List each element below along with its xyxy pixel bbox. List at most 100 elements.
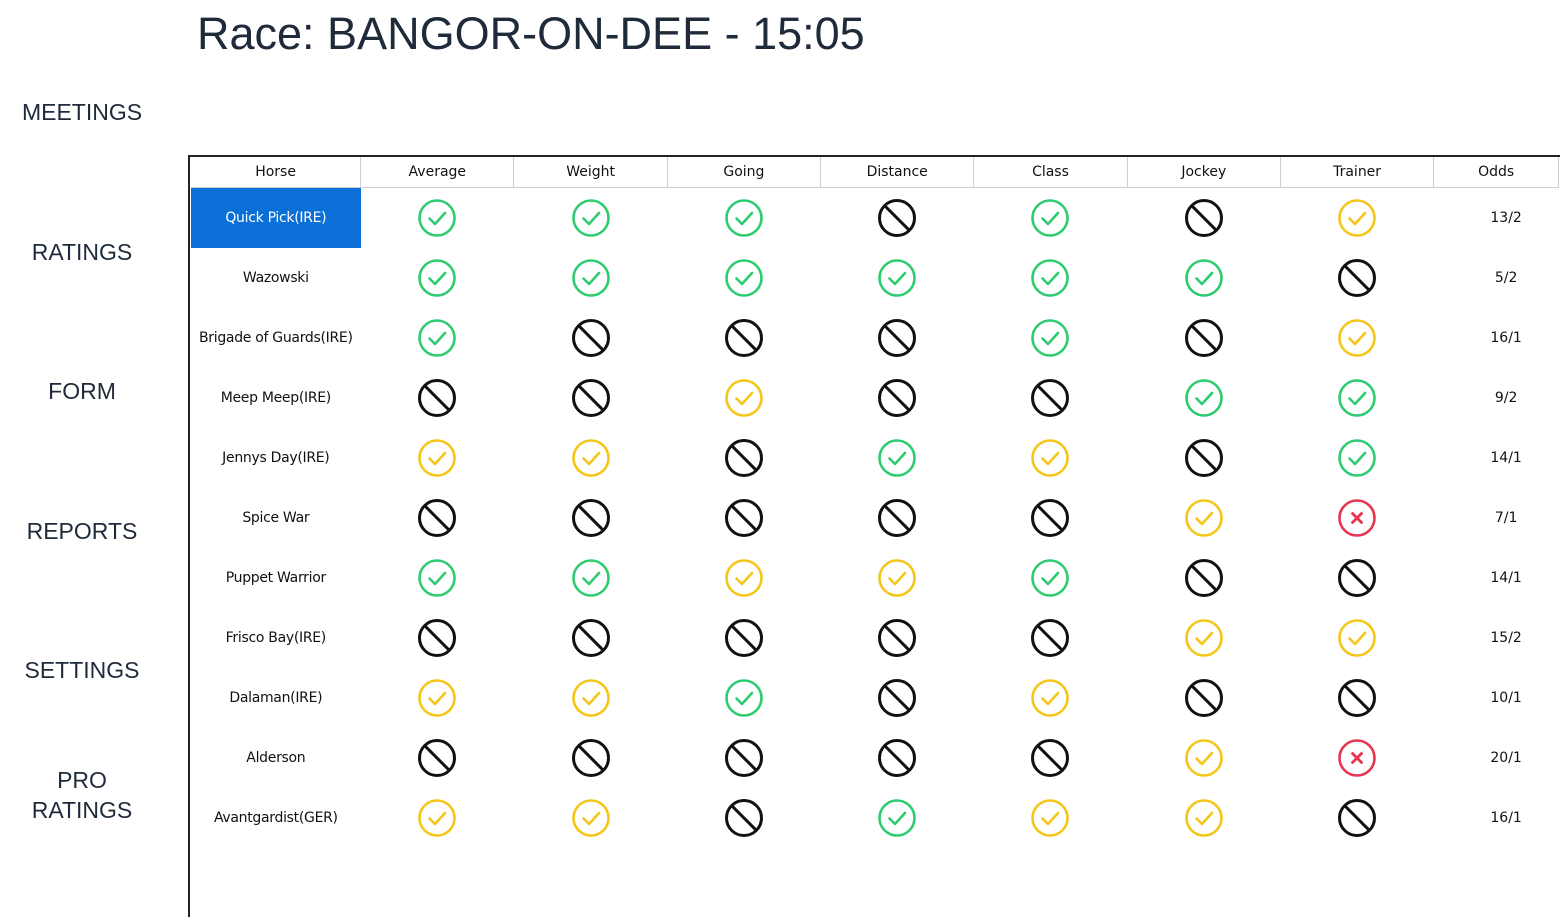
no-data-icon	[723, 799, 765, 837]
table-row[interactable]: Quick Pick(IRE) 13/2	[191, 187, 1559, 249]
distance-rating-cell	[821, 488, 974, 548]
table-row[interactable]: Avantgardist(GER) 16/1	[191, 788, 1559, 848]
nav-pro-ratings[interactable]: PRO RATINGS	[0, 765, 164, 825]
no-data-icon	[876, 739, 918, 777]
going-rating-cell	[667, 428, 820, 488]
green-check-icon	[723, 679, 765, 717]
column-header-trainer[interactable]: Trainer	[1280, 157, 1435, 188]
red-x-icon	[1336, 499, 1378, 537]
odds-cell: 7/1	[1494, 510, 1518, 526]
green-check-icon	[876, 439, 918, 477]
yellow-check-icon	[876, 559, 918, 597]
going-rating-cell	[667, 488, 820, 548]
class-rating-cell	[974, 488, 1127, 548]
column-header-average[interactable]: Average	[360, 157, 515, 188]
column-header-distance[interactable]: Distance	[820, 157, 975, 188]
column-header-class[interactable]: Class	[973, 157, 1128, 188]
no-data-icon	[1336, 259, 1378, 297]
distance-rating-cell	[821, 188, 974, 249]
weight-rating-cell	[514, 188, 667, 249]
table-row[interactable]: Frisco Bay(IRE) 15/2	[191, 608, 1559, 668]
no-data-icon	[876, 319, 918, 357]
horse-name-cell[interactable]: Wazowski	[191, 248, 361, 308]
horse-name-cell[interactable]: Spice War	[191, 488, 361, 548]
green-check-icon	[1029, 199, 1071, 237]
average-rating-cell	[361, 788, 514, 848]
horse-name-cell[interactable]: Brigade of Guards(IRE)	[191, 308, 361, 368]
average-rating-cell	[361, 608, 514, 668]
no-data-icon	[723, 439, 765, 477]
table-row[interactable]: Wazowski 5/2	[191, 248, 1559, 308]
horse-name-cell[interactable]: Quick Pick(IRE)	[191, 187, 361, 248]
ratings-table: Horse Average Weight Going Distance Clas…	[191, 157, 1559, 848]
table-row[interactable]: Brigade of Guards(IRE) 16/1	[191, 308, 1559, 368]
table-row[interactable]: Meep Meep(IRE) 9/2	[191, 368, 1559, 428]
green-check-icon	[723, 259, 765, 297]
no-data-icon	[1029, 619, 1071, 657]
no-data-icon	[876, 379, 918, 417]
distance-rating-cell	[821, 248, 974, 308]
table-row[interactable]: Alderson 20/1	[191, 728, 1559, 788]
distance-rating-cell	[821, 308, 974, 368]
yellow-check-icon	[570, 679, 612, 717]
odds-cell: 10/1	[1490, 690, 1522, 706]
nav-settings[interactable]: SETTINGS	[0, 655, 164, 685]
no-data-icon	[876, 679, 918, 717]
trainer-rating-cell	[1280, 488, 1433, 548]
no-data-icon	[876, 619, 918, 657]
average-rating-cell	[361, 668, 514, 728]
yellow-check-icon	[1183, 619, 1225, 657]
nav-form[interactable]: FORM	[0, 376, 164, 406]
horse-name-cell[interactable]: Jennys Day(IRE)	[191, 428, 361, 488]
no-data-icon	[723, 319, 765, 357]
green-check-icon	[1336, 379, 1378, 417]
going-rating-cell	[667, 788, 820, 848]
yellow-check-icon	[570, 799, 612, 837]
nav-ratings[interactable]: RATINGS	[0, 237, 164, 267]
trainer-rating-cell	[1280, 608, 1433, 668]
yellow-check-icon	[1183, 499, 1225, 537]
class-rating-cell	[974, 248, 1127, 308]
odds-cell: 15/2	[1490, 630, 1522, 646]
column-header-weight[interactable]: Weight	[513, 157, 668, 188]
trainer-rating-cell	[1280, 548, 1433, 608]
horse-name-cell[interactable]: Avantgardist(GER)	[191, 788, 361, 848]
nav-meetings[interactable]: MEETINGS	[0, 97, 164, 127]
column-header-odds[interactable]: Odds	[1433, 157, 1559, 188]
trainer-rating-cell	[1280, 788, 1433, 848]
jockey-rating-cell	[1127, 668, 1280, 728]
nav-reports[interactable]: REPORTS	[0, 516, 164, 546]
green-check-icon	[876, 799, 918, 837]
no-data-icon	[1029, 739, 1071, 777]
trainer-rating-cell	[1280, 368, 1433, 428]
yellow-check-icon	[416, 799, 458, 837]
table-row[interactable]: Puppet Warrior 14/1	[191, 548, 1559, 608]
app-page: Race: BANGOR-ON-DEE - 15:05 MEETINGS RAT…	[0, 0, 1560, 917]
horse-name-cell[interactable]: Puppet Warrior	[191, 548, 361, 608]
going-rating-cell	[667, 248, 820, 308]
horse-name-cell[interactable]: Frisco Bay(IRE)	[191, 608, 361, 668]
column-header-going[interactable]: Going	[667, 157, 822, 188]
column-header-jockey[interactable]: Jockey	[1127, 157, 1281, 188]
odds-cell: 5/2	[1494, 270, 1518, 286]
no-data-icon	[723, 619, 765, 657]
horse-name-cell[interactable]: Meep Meep(IRE)	[191, 368, 361, 428]
average-rating-cell	[361, 428, 514, 488]
green-check-icon	[1029, 559, 1071, 597]
weight-rating-cell	[514, 728, 667, 788]
horse-name-cell[interactable]: Dalaman(IRE)	[191, 668, 361, 728]
trainer-rating-cell	[1280, 188, 1433, 249]
average-rating-cell	[361, 488, 514, 548]
table-row[interactable]: Jennys Day(IRE) 14/1	[191, 428, 1559, 488]
yellow-check-icon	[1336, 619, 1378, 657]
table-row[interactable]: Dalaman(IRE) 10/1	[191, 668, 1559, 728]
jockey-rating-cell	[1127, 368, 1280, 428]
horse-name-cell[interactable]: Alderson	[191, 728, 361, 788]
no-data-icon	[1183, 679, 1225, 717]
table-row[interactable]: Spice War 7/1	[191, 488, 1559, 548]
jockey-rating-cell	[1127, 188, 1280, 249]
no-data-icon	[570, 739, 612, 777]
yellow-check-icon	[1336, 199, 1378, 237]
column-header-horse[interactable]: Horse	[191, 157, 362, 188]
jockey-rating-cell	[1127, 308, 1280, 368]
